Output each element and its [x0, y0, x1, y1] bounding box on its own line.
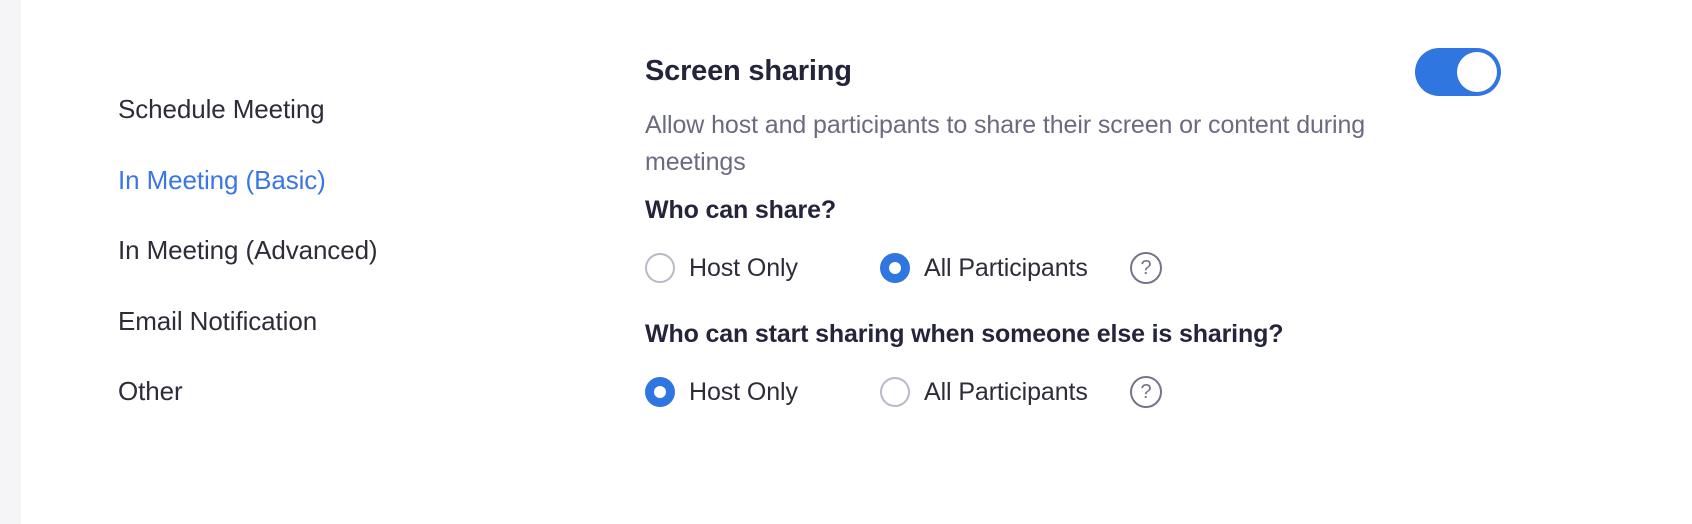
radio-option-host-only[interactable]: Host Only	[645, 246, 798, 290]
screen-sharing-settings-panel: Screen sharing Allow host and participan…	[645, 0, 1692, 524]
sidebar-item-email-notification[interactable]: Email Notification	[118, 306, 317, 337]
screen-sharing-toggle[interactable]	[1415, 48, 1501, 96]
who-can-start-sharing-label: Who can start sharing when someone else …	[645, 320, 1284, 348]
sidebar-item-schedule-meeting[interactable]: Schedule Meeting	[118, 94, 325, 125]
radio-option-label: All Participants	[924, 377, 1088, 406]
radio-unselected-icon	[645, 253, 675, 283]
radio-option-host-only[interactable]: Host Only	[645, 370, 798, 414]
sidebar-item-in-meeting-basic[interactable]: In Meeting (Basic)	[118, 165, 326, 196]
radio-selected-icon	[880, 253, 910, 283]
radio-unselected-icon	[880, 377, 910, 407]
page-title: Screen sharing	[645, 55, 852, 87]
radio-option-all-participants[interactable]: All Participants	[880, 370, 1088, 414]
toggle-knob	[1457, 52, 1497, 92]
radio-option-label: All Participants	[924, 253, 1088, 282]
radio-option-label: Host Only	[689, 253, 798, 282]
settings-sidebar-nav: Schedule Meeting In Meeting (Basic) In M…	[118, 0, 578, 524]
radio-option-label: Host Only	[689, 377, 798, 406]
setting-description: Allow host and participants to share the…	[645, 111, 1366, 176]
sidebar-item-other[interactable]: Other	[118, 376, 183, 407]
who-can-share-label: Who can share?	[645, 196, 836, 224]
radio-option-all-participants[interactable]: All Participants	[880, 246, 1088, 290]
radio-selected-icon	[645, 377, 675, 407]
sidebar-item-in-meeting-advanced[interactable]: In Meeting (Advanced)	[118, 235, 378, 266]
question-mark-circle-icon[interactable]: ?	[1130, 252, 1162, 284]
left-gutter-strip	[0, 0, 21, 524]
question-mark-circle-icon[interactable]: ?	[1130, 376, 1162, 408]
